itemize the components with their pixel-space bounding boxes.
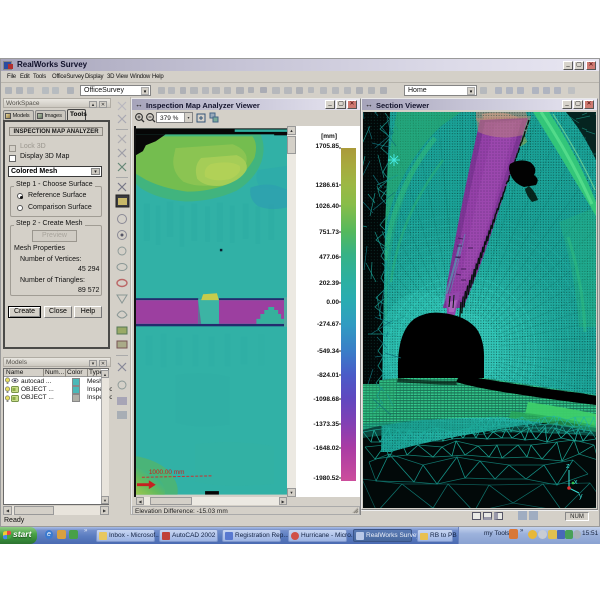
svg-text:477.06: 477.06 <box>319 254 339 261</box>
svg-text:0.00: 0.00 <box>326 299 339 306</box>
svg-text:[mm]: [mm] <box>321 133 337 140</box>
svg-text:-1980.52: -1980.52 <box>313 475 339 482</box>
svg-text:x: x <box>574 479 578 486</box>
svg-text:1000.00 mm: 1000.00 mm <box>149 469 185 476</box>
svg-text:z: z <box>566 463 570 470</box>
svg-text:-824.01: -824.01 <box>317 372 339 379</box>
svg-text:-1098.68: -1098.68 <box>313 396 339 403</box>
svg-text:1705.85: 1705.85 <box>316 143 340 150</box>
svg-text:-549.34: -549.34 <box>317 348 339 355</box>
svg-text:y: y <box>579 493 583 500</box>
svg-text:-1648.02: -1648.02 <box>313 445 339 452</box>
svg-text:-274.67: -274.67 <box>317 321 339 328</box>
svg-text:1026.40: 1026.40 <box>316 203 340 210</box>
svg-text:751.73: 751.73 <box>319 229 339 236</box>
svg-text:-1373.35: -1373.35 <box>313 421 339 428</box>
svg-text:202.39: 202.39 <box>319 280 339 287</box>
svg-text:1286.61: 1286.61 <box>316 182 340 189</box>
